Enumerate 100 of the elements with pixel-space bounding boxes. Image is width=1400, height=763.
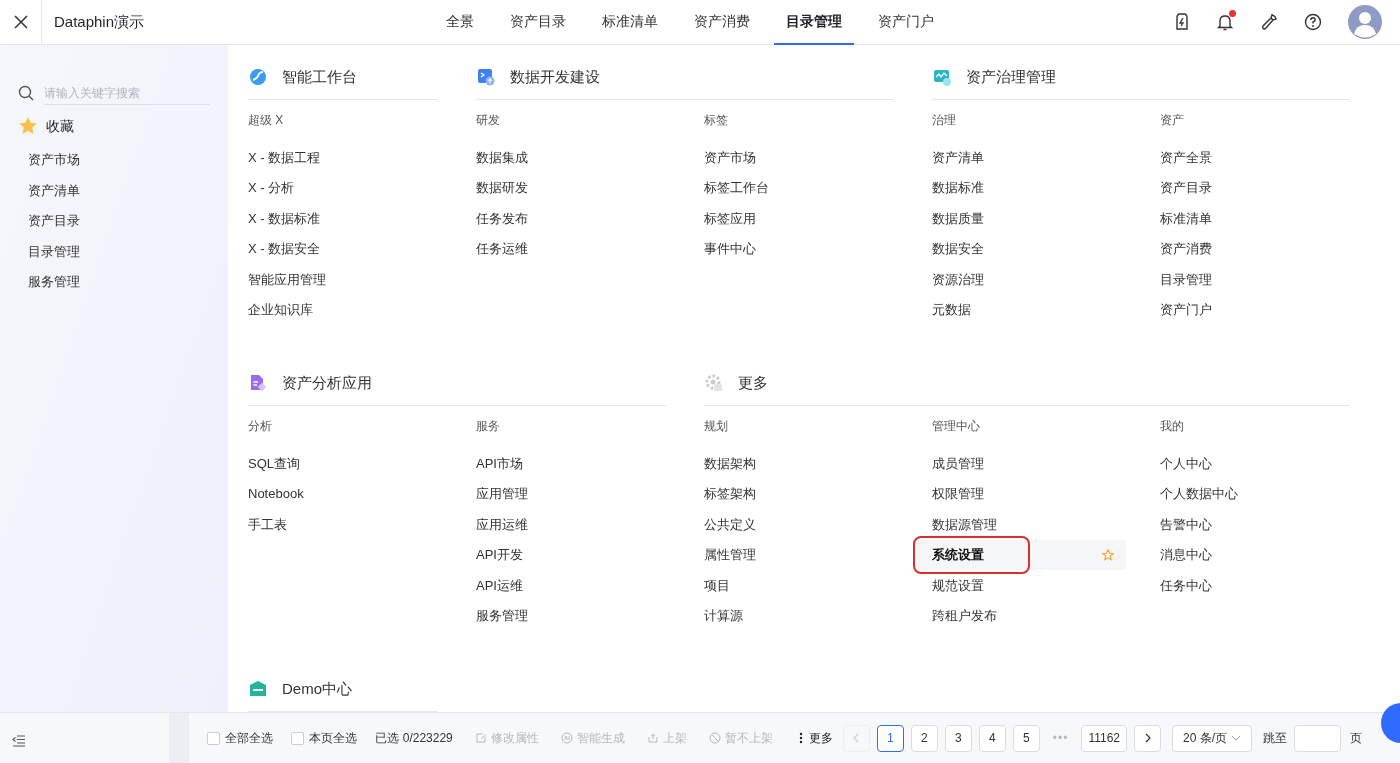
- favorite-star-icon[interactable]: [1102, 548, 1114, 561]
- menu-item[interactable]: 元数据: [932, 300, 971, 320]
- page-suffix: 页: [1350, 730, 1362, 747]
- nav-tab[interactable]: 标准清单: [590, 0, 670, 45]
- menu-item[interactable]: 数据集成: [476, 147, 528, 167]
- page-button[interactable]: 3: [944, 724, 972, 752]
- section-title: 资产治理管理: [966, 66, 1056, 87]
- menu-item[interactable]: 规范设置: [932, 575, 984, 595]
- app-title: Dataphin演示: [54, 11, 145, 32]
- menu-item[interactable]: 任务运维: [476, 239, 528, 259]
- menu-item[interactable]: 资源治理: [932, 269, 984, 289]
- menu-item[interactable]: 手工表: [248, 514, 287, 534]
- menu-item[interactable]: X - 数据标准: [248, 208, 321, 228]
- sidebar-item[interactable]: 服务管理: [28, 267, 80, 298]
- sidebar-item[interactable]: 资产清单: [28, 175, 80, 206]
- menu-item[interactable]: SQL查询: [248, 453, 300, 473]
- menu-item[interactable]: 属性管理: [704, 545, 756, 565]
- menu-item[interactable]: 资产消费: [1160, 239, 1212, 259]
- menu-item[interactable]: 事件中心: [704, 239, 756, 259]
- menu-item[interactable]: X - 数据工程: [248, 147, 321, 167]
- menu-item[interactable]: 资产目录: [1160, 178, 1212, 198]
- avatar-icon[interactable]: [1348, 5, 1382, 39]
- sidebar-item[interactable]: 资产市场: [28, 145, 80, 176]
- battery-bolt-icon[interactable]: [1174, 13, 1190, 31]
- menu-item[interactable]: 任务中心: [1160, 575, 1212, 595]
- star-icon: [18, 116, 38, 136]
- help-icon[interactable]: [1304, 13, 1322, 31]
- menu-item[interactable]: 消息中心: [1160, 545, 1212, 565]
- menu-item[interactable]: 资产门户: [1160, 300, 1212, 320]
- menu-item[interactable]: 标签架构: [704, 484, 756, 504]
- nav-tab[interactable]: 资产目录: [498, 0, 578, 45]
- menu-item[interactable]: 数据研发: [476, 178, 528, 198]
- menu-item[interactable]: 目录管理: [1160, 269, 1212, 289]
- menu-item[interactable]: X - 数据安全: [248, 239, 321, 259]
- menu-item[interactable]: 数据标准: [932, 178, 984, 198]
- sidebar-item[interactable]: 资产目录: [28, 206, 80, 237]
- menu-item[interactable]: 资产全景: [1160, 147, 1212, 167]
- collapse-menu-icon[interactable]: [12, 735, 26, 747]
- menu-item[interactable]: 企业知识库: [248, 300, 313, 320]
- menu-item[interactable]: 服务管理: [476, 606, 528, 626]
- section-title: 智能工作台: [282, 66, 357, 87]
- menu-item[interactable]: 数据安全: [932, 239, 984, 259]
- document-icon: [248, 373, 268, 393]
- menu-item[interactable]: 数据架构: [704, 453, 756, 473]
- page-button[interactable]: 1: [876, 724, 904, 752]
- page-size-select[interactable]: 20 条/页: [1172, 724, 1252, 752]
- menu-item[interactable]: 资产市场: [704, 147, 756, 167]
- page-number-field[interactable]: [1294, 724, 1341, 752]
- menu-item[interactable]: 个人数据中心: [1160, 484, 1238, 504]
- nav-tab[interactable]: 全景: [434, 0, 486, 45]
- menu-item[interactable]: 资产清单: [932, 147, 984, 167]
- section-title: 资产分析应用: [282, 372, 372, 393]
- menu-item[interactable]: X - 分析: [248, 178, 295, 198]
- menu-item[interactable]: API市场: [476, 453, 523, 473]
- wrench-icon[interactable]: [1260, 13, 1278, 31]
- group-label: 资产: [1160, 112, 1184, 129]
- nav-tab[interactable]: 资产消费: [682, 0, 762, 45]
- chevron-left-icon: [852, 733, 861, 743]
- menu-item[interactable]: 数据质量: [932, 208, 984, 228]
- menu-item[interactable]: 应用运维: [476, 514, 528, 534]
- menu-item[interactable]: 公共定义: [704, 514, 756, 534]
- page-button[interactable]: 4: [978, 724, 1006, 752]
- menu-item[interactable]: Notebook: [248, 484, 304, 504]
- group-label: 我的: [1160, 418, 1184, 435]
- group-label: 管理中心: [932, 418, 980, 435]
- menu-item[interactable]: 智能应用管理: [248, 269, 326, 289]
- group-label: 超级 X: [248, 112, 284, 129]
- favorites-label[interactable]: 收藏: [46, 115, 74, 137]
- caret-icon: [1231, 735, 1241, 741]
- menu-item[interactable]: 告警中心: [1160, 514, 1212, 534]
- menu-item[interactable]: 应用管理: [476, 484, 528, 504]
- menu-item[interactable]: 项目: [704, 575, 730, 595]
- menu-item[interactable]: 标签应用: [704, 208, 756, 228]
- close-icon[interactable]: [13, 15, 28, 29]
- menu-item[interactable]: 个人中心: [1160, 453, 1212, 473]
- checkbox-label: 本页全选: [309, 730, 358, 747]
- menu-item[interactable]: 任务发布: [476, 208, 528, 228]
- menu-item[interactable]: 标准清单: [1160, 208, 1212, 228]
- page-button[interactable]: 5: [1012, 724, 1040, 752]
- nav-tab[interactable]: 资产门户: [866, 0, 946, 45]
- menu-item[interactable]: 标签工作台: [704, 178, 769, 198]
- chart-window-icon: [932, 67, 952, 87]
- checkbox[interactable]: [291, 731, 305, 745]
- menu-item[interactable]: 跨租户发布: [932, 606, 997, 626]
- toolbar-button[interactable]: 更多: [794, 729, 833, 747]
- orb-icon: [248, 67, 268, 87]
- bell-icon[interactable]: [1216, 13, 1234, 31]
- menu-item[interactable]: API运维: [476, 575, 523, 595]
- group-label: 研发: [476, 112, 500, 129]
- menu-item[interactable]: 成员管理: [932, 453, 984, 473]
- page-button[interactable]: 2: [910, 724, 938, 752]
- page-button[interactable]: 11162: [1081, 724, 1127, 752]
- menu-item[interactable]: 权限管理: [932, 484, 984, 504]
- menu-item[interactable]: 数据源管理: [932, 514, 997, 534]
- menu-item[interactable]: 计算源: [704, 606, 743, 626]
- search-field[interactable]: 请输入关键字搜索: [44, 81, 210, 105]
- menu-item[interactable]: API开发: [476, 545, 523, 565]
- sidebar-item[interactable]: 目录管理: [28, 236, 80, 267]
- checkbox[interactable]: [207, 731, 221, 745]
- gear-icon: [704, 373, 724, 393]
